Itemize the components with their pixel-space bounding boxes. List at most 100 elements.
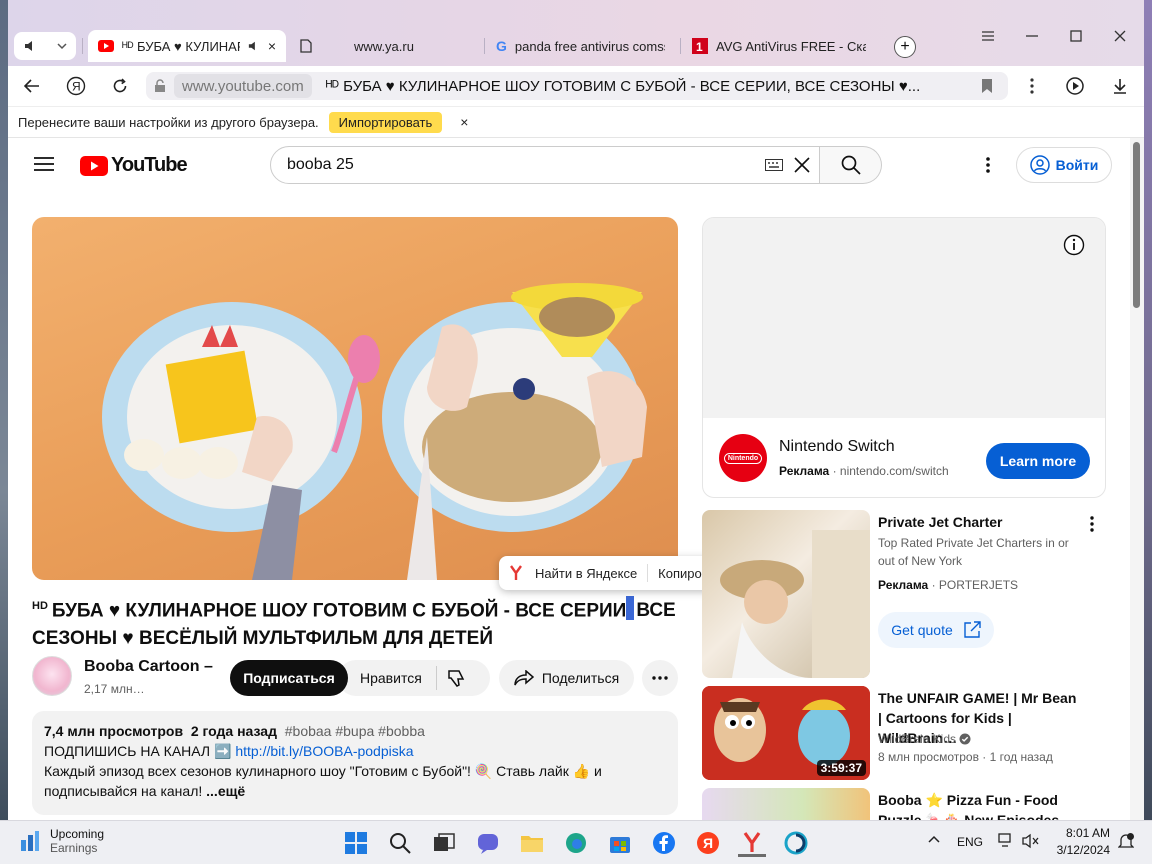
play-mode-button[interactable] bbox=[1062, 72, 1090, 100]
hamburger-menu-icon[interactable] bbox=[34, 156, 54, 172]
more-actions-button[interactable] bbox=[642, 660, 678, 696]
new-tab-button[interactable]: + bbox=[894, 36, 916, 58]
network-icon[interactable] bbox=[998, 833, 1014, 849]
widget-title: Upcoming bbox=[50, 827, 105, 841]
menu-button[interactable] bbox=[974, 26, 1002, 46]
dislike-icon[interactable] bbox=[447, 669, 467, 687]
avg-icon: 1 bbox=[692, 38, 708, 54]
youtube-logo[interactable]: YouTube bbox=[80, 154, 188, 177]
desktop-background-left bbox=[0, 0, 8, 820]
desktop-background-right bbox=[1144, 0, 1152, 820]
search-query[interactable]: booba 25 bbox=[287, 156, 765, 174]
subscribe-button[interactable]: Подписаться bbox=[230, 660, 348, 696]
task-view-icon[interactable] bbox=[430, 829, 458, 857]
ad-media[interactable] bbox=[703, 218, 1105, 418]
language-indicator[interactable]: ENG bbox=[957, 835, 983, 849]
view-count: 7,4 млн просмотров bbox=[44, 723, 184, 739]
hashtags[interactable]: #bobaa #bupa #bobba bbox=[285, 723, 425, 739]
address-bar[interactable]: www.youtube.com ᴴᴰ БУБА ♥ КУЛИНАРНОЕ ШОУ… bbox=[146, 72, 1008, 100]
upload-age: 2 года назад bbox=[190, 723, 277, 739]
search-icon bbox=[841, 155, 861, 175]
tab-ya-ru[interactable]: www.ya.ru bbox=[290, 30, 480, 62]
reload-button[interactable] bbox=[106, 72, 134, 100]
notification-icon[interactable] bbox=[1118, 833, 1134, 851]
learn-more-button[interactable]: Learn more bbox=[986, 443, 1090, 479]
keyboard-icon[interactable] bbox=[765, 159, 783, 171]
maximize-button[interactable] bbox=[1062, 26, 1090, 46]
close-tab-icon[interactable]: × bbox=[268, 38, 276, 54]
lock-icon[interactable] bbox=[154, 79, 166, 93]
yandex-button[interactable]: Я bbox=[62, 72, 90, 100]
video-player[interactable] bbox=[32, 217, 678, 580]
tab-label: AVG AntiVirus FREE - Скач bbox=[716, 38, 866, 54]
youtube-logo-text: YouTube bbox=[111, 154, 188, 176]
tab-youtube[interactable]: ᴴᴰ БУБА ♥ КУЛИНАР × bbox=[88, 30, 286, 62]
find-in-yandex-button[interactable]: Найти в Яндексе bbox=[535, 566, 637, 581]
subscribe-link[interactable]: http://bit.ly/BOOBA-podpiska bbox=[235, 743, 413, 759]
text-selection-highlight bbox=[626, 596, 635, 621]
app-icon[interactable] bbox=[782, 829, 810, 857]
scrollbar-thumb[interactable] bbox=[1133, 142, 1140, 308]
widgets-button[interactable]: Upcoming Earnings bbox=[20, 827, 104, 855]
yandex-icon[interactable]: Я bbox=[694, 829, 722, 857]
rec-meta: 8 млн просмотров · 1 год назад bbox=[878, 750, 1053, 764]
clear-search-icon[interactable] bbox=[793, 156, 811, 174]
speaker-icon[interactable] bbox=[248, 40, 260, 52]
list-item[interactable]: 3:59:37 The UNFAIR GAME! | Mr Bean | Car… bbox=[702, 686, 1106, 780]
import-button[interactable]: Импортировать bbox=[328, 111, 443, 133]
yandex-browser-taskbar-icon[interactable] bbox=[738, 829, 766, 857]
show-more-button[interactable]: ...ещё bbox=[206, 783, 245, 799]
search-icon[interactable] bbox=[386, 829, 414, 857]
channel-avatar[interactable] bbox=[32, 656, 72, 696]
share-button[interactable]: Поделиться bbox=[499, 660, 634, 696]
video-thumbnail[interactable]: 3:59:37 bbox=[702, 686, 870, 780]
account-icon bbox=[1029, 155, 1050, 175]
infobar-close-icon[interactable]: × bbox=[460, 114, 468, 130]
channel-name[interactable]: WildBrain Kids bbox=[878, 732, 956, 746]
settings-more-icon[interactable] bbox=[986, 157, 990, 173]
facebook-icon[interactable] bbox=[650, 829, 678, 857]
video-description[interactable]: 7,4 млн просмотров 2 года назад #bobaa #… bbox=[32, 711, 678, 815]
sign-in-button[interactable]: Войти bbox=[1016, 147, 1112, 183]
ad-card[interactable]: Nintendo Nintendo Switch Реклама · ninte… bbox=[702, 217, 1106, 498]
search-button[interactable] bbox=[820, 146, 882, 184]
tray-chevron-up-icon[interactable] bbox=[928, 835, 940, 843]
like-button[interactable]: Нравится bbox=[360, 670, 422, 686]
file-explorer-icon[interactable] bbox=[518, 829, 546, 857]
edge-browser-icon[interactable] bbox=[562, 829, 590, 857]
stock-chart-icon bbox=[20, 830, 40, 852]
bookmark-icon[interactable] bbox=[982, 79, 992, 93]
clock-time: 8:01 AM bbox=[1065, 826, 1110, 840]
address-domain[interactable]: www.youtube.com bbox=[174, 74, 312, 98]
tab-avg[interactable]: 1 AVG AntiVirus FREE - Скач bbox=[682, 30, 882, 62]
more-vertical-icon[interactable] bbox=[1018, 72, 1046, 100]
ad-label: Реклама bbox=[779, 464, 830, 478]
close-window-button[interactable] bbox=[1106, 26, 1134, 46]
rec-more-icon[interactable] bbox=[1090, 516, 1094, 532]
infobar-message: Перенесите ваши настройки из другого бра… bbox=[18, 114, 319, 130]
ad-info-icon[interactable] bbox=[1063, 234, 1085, 256]
nintendo-logo: Nintendo bbox=[719, 434, 767, 482]
downloads-button[interactable] bbox=[1106, 72, 1134, 100]
sound-menu-button[interactable] bbox=[14, 32, 76, 60]
clock[interactable]: 8:01 AM 3/12/2024 bbox=[1052, 825, 1110, 859]
subscribe-prompt: ПОДПИШИСЬ НА КАНАЛ ➡️ bbox=[44, 743, 232, 759]
tab-separator bbox=[484, 38, 485, 54]
windows-start-icon[interactable] bbox=[342, 829, 370, 857]
minimize-button[interactable] bbox=[1018, 26, 1046, 46]
list-item[interactable]: Private Jet Charter Top Rated Private Je… bbox=[702, 510, 1106, 678]
channel-name[interactable]: Booba Cartoon – bbox=[84, 658, 213, 676]
teams-chat-icon[interactable] bbox=[474, 829, 502, 857]
tab-panda-search[interactable]: G panda free antivirus comss bbox=[486, 30, 676, 62]
external-link-icon bbox=[963, 621, 981, 639]
list-item[interactable]: Booba ⭐ Pizza Fun - Food Puzzle 🍬🎂 New E… bbox=[702, 788, 1106, 820]
get-quote-button[interactable]: Get quote bbox=[878, 612, 994, 648]
ad-title[interactable]: Nintendo Switch bbox=[779, 438, 895, 456]
video-thumbnail[interactable] bbox=[702, 510, 870, 678]
microsoft-store-icon[interactable] bbox=[606, 829, 634, 857]
video-thumbnail[interactable] bbox=[702, 788, 870, 820]
volume-icon[interactable] bbox=[1022, 833, 1040, 849]
search-input[interactable]: booba 25 bbox=[270, 146, 820, 184]
back-button[interactable] bbox=[18, 72, 46, 100]
video-title-part1: БУБА ♥ КУЛИНАРНОЕ ШОУ ГОТОВИМ С БУБОЙ - … bbox=[51, 600, 627, 622]
